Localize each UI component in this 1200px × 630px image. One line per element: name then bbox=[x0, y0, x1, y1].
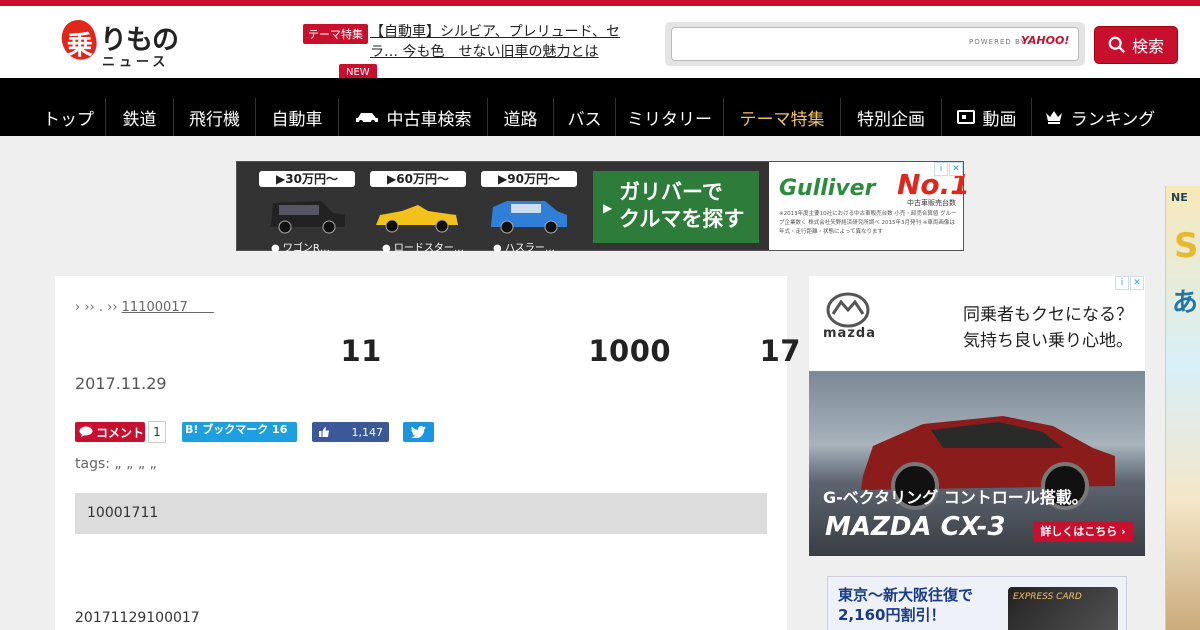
site-header: 乗 りもの ニュース テーマ特集 【自動車】シルビア、プレリュード、セラ… 今も… bbox=[0, 6, 1200, 80]
nav-item-label: ミリタリー bbox=[627, 109, 712, 130]
ad-car-1[interactable]: ▶30万円〜 ● ワゴンR… bbox=[251, 171, 355, 254]
theme-badge: テーマ特集 bbox=[303, 24, 368, 44]
side-skyscraper-ad[interactable]: NE S あ bbox=[1165, 186, 1200, 630]
thumbs-up-icon bbox=[319, 427, 329, 437]
hatena-label: B! ブックマーク 16 bbox=[185, 423, 288, 436]
mazda-feature-text: G-ベクタリング コントロール搭載。 bbox=[823, 488, 1088, 507]
strip-ad-text: NE bbox=[1171, 191, 1188, 204]
nav-item-top[interactable]: トップ bbox=[32, 98, 105, 136]
logo-sub-text: ニュース bbox=[102, 55, 170, 70]
nav-item-aircraft[interactable]: 飛行機 bbox=[173, 98, 255, 136]
article-date: 2017.11.29 bbox=[75, 374, 167, 393]
main-nav: トップ 鉄道 飛行機 自動車 中古車検索 道路 バス ミリタリー テーマ特集 特… bbox=[0, 78, 1200, 136]
nav-item-automobile[interactable]: 自動車 bbox=[255, 98, 338, 136]
speech-bubble-icon bbox=[79, 426, 93, 437]
car-icon bbox=[376, 205, 458, 233]
mazda-model-name: MAZDA CX-3 bbox=[825, 512, 1006, 542]
breadcrumb: › ›› . ›› 11100017 bbox=[75, 296, 214, 315]
nav-item-ranking[interactable]: ランキング bbox=[1031, 98, 1168, 136]
nav-item-label: 道路 bbox=[503, 109, 538, 130]
nav-item-label: 動画 bbox=[982, 109, 1017, 130]
search-button[interactable]: 検索 bbox=[1094, 26, 1178, 64]
nav-item-label: ランキング bbox=[1070, 109, 1156, 130]
ad-car-2[interactable]: ▶60万円〜 ● ロードスター… bbox=[362, 171, 466, 254]
mazda-ad[interactable]: mazda 同乗者もクセになる？ 気持ち良い乗り心地。 G-ベクタリング コント… bbox=[809, 276, 1145, 556]
twitter-bird-icon bbox=[411, 426, 426, 438]
mazda-ad-header: mazda 同乗者もクセになる？ 気持ち良い乗り心地。 bbox=[809, 276, 1145, 371]
car-icon bbox=[491, 201, 567, 234]
search-button-label: 検索 bbox=[1131, 37, 1164, 56]
nav-item-road[interactable]: 道路 bbox=[487, 98, 553, 136]
express-card-ad[interactable]: 東京〜新大阪往復で 2,160円割引！ EXPRESS CARD bbox=[827, 576, 1127, 630]
nav-item-label: バス bbox=[567, 109, 602, 130]
facebook-like-count: 1,147 bbox=[351, 425, 384, 439]
video-icon bbox=[956, 110, 975, 124]
nav-item-label: 自動車 bbox=[271, 109, 323, 130]
express-ad-line1: 東京〜新大阪往復で bbox=[838, 586, 974, 604]
ad-cta-text: ガリバーで クルマを探す bbox=[619, 180, 745, 231]
gulliver-logo: Gulliver bbox=[779, 176, 876, 201]
nav-item-label: テーマ特集 bbox=[739, 109, 825, 130]
mazda-copy-line1: 同乗者もクセになる？ bbox=[963, 305, 1133, 325]
nav-item-bus[interactable]: バス bbox=[553, 98, 615, 136]
nav-item-label: 飛行機 bbox=[189, 109, 240, 130]
adchoices-icon[interactable]: i bbox=[934, 162, 948, 176]
nav-item-railway[interactable]: 鉄道 bbox=[105, 98, 173, 136]
theme-feature-link[interactable]: 【自動車】シルビア、プレリュード、セラ… 今も色 せない旧車の魅力とは bbox=[370, 22, 640, 62]
nav-item-label: 鉄道 bbox=[122, 109, 157, 130]
mazda-wordmark: mazda bbox=[823, 326, 876, 341]
comment-count: 1 bbox=[148, 421, 166, 443]
search-box: POWERED BY YAHOO! bbox=[665, 22, 1085, 66]
express-ad-text: 東京〜新大阪往復で 2,160円割引！ bbox=[838, 585, 973, 625]
mazda-details-button[interactable]: 詳しくはこちら › bbox=[1033, 522, 1133, 542]
logo-mark: 乗 bbox=[58, 16, 100, 64]
nav-item-label: 特別企画 bbox=[857, 109, 925, 130]
strip-ad-kana: あ bbox=[1172, 288, 1199, 318]
crown-icon bbox=[1045, 111, 1062, 124]
ad-car-price: ▶60万円〜 bbox=[370, 171, 466, 187]
powered-by-label: POWERED BY bbox=[969, 38, 1026, 46]
close-icon[interactable]: ✕ bbox=[949, 162, 963, 176]
gulliver-banner-ad[interactable]: ▶30万円〜 ● ワゴンR… ▶60万円〜 ● ロードスター… ▶90万円〜 ●… bbox=[236, 161, 970, 254]
ad-cta-button[interactable]: ガリバーで クルマを探す bbox=[593, 171, 759, 243]
nav-item-label: トップ bbox=[43, 109, 94, 130]
comment-button[interactable]: コメント bbox=[75, 422, 145, 442]
ad-car-name: ● ワゴンR… bbox=[271, 243, 330, 254]
breadcrumb-prefix: › ›› . ›› bbox=[75, 300, 122, 315]
strip-ad-letter: S bbox=[1174, 226, 1199, 266]
logo-mark-text: 乗 bbox=[66, 30, 93, 61]
express-ad-line2: 2,160円割引！ bbox=[838, 606, 946, 624]
article-body: 20171129100017 bbox=[75, 610, 200, 626]
nav-item-label: 中古車検索 bbox=[386, 109, 472, 130]
ad-car-price: ▶90万円〜 bbox=[481, 171, 577, 187]
nav-item-special[interactable]: 特別企画 bbox=[840, 98, 941, 136]
article-summary: 10001711 bbox=[75, 493, 767, 534]
twitter-share-button[interactable] bbox=[403, 422, 434, 442]
facebook-like-button[interactable]: 1,147 bbox=[312, 422, 389, 442]
hatena-bookmark-button[interactable]: B! ブックマーク 16 bbox=[182, 422, 297, 442]
rank-subtext: 中古車販売台数 bbox=[907, 199, 956, 207]
car-icon bbox=[269, 201, 345, 234]
ad-fine-print: ※2013年度主要10社における中古車販売台数 小売・卸売合算値 グループ企業数… bbox=[779, 211, 957, 235]
comment-label: コメント bbox=[96, 425, 145, 440]
article-tags: tags: „ „ „ „ bbox=[75, 456, 157, 472]
ad-car-price: ▶30万円〜 bbox=[259, 171, 355, 187]
adchoices-icon[interactable]: i bbox=[1115, 276, 1129, 290]
ad-car-3[interactable]: ▶90万円〜 ● ハスラー… bbox=[473, 171, 577, 254]
site-logo[interactable]: 乗 りもの ニュース bbox=[58, 16, 192, 70]
breadcrumb-link[interactable]: 11100017 bbox=[122, 300, 214, 315]
mazda-copy-line2: 気持ち良い乗り心地。 bbox=[963, 331, 1133, 351]
nav-item-military[interactable]: ミリタリー bbox=[615, 98, 723, 136]
nav-item-used-car-search[interactable]: 中古車検索 bbox=[338, 98, 487, 136]
nav-item-theme-feature[interactable]: テーマ特集 bbox=[723, 98, 840, 136]
ad-car-name: ● ロードスター… bbox=[382, 243, 464, 254]
ad-car-name: ● ハスラー… bbox=[493, 243, 555, 254]
yahoo-logo: YAHOO! bbox=[1021, 34, 1070, 47]
search-icon bbox=[1108, 36, 1125, 53]
nav-item-video[interactable]: 動画 bbox=[941, 98, 1031, 136]
car-icon bbox=[355, 113, 378, 124]
close-icon[interactable]: ✕ bbox=[1130, 276, 1144, 290]
article-main: › ›› . ›› 11100017 11 1000 17 2017.11.29… bbox=[55, 276, 800, 630]
express-card-image: EXPRESS CARD bbox=[1008, 587, 1118, 630]
